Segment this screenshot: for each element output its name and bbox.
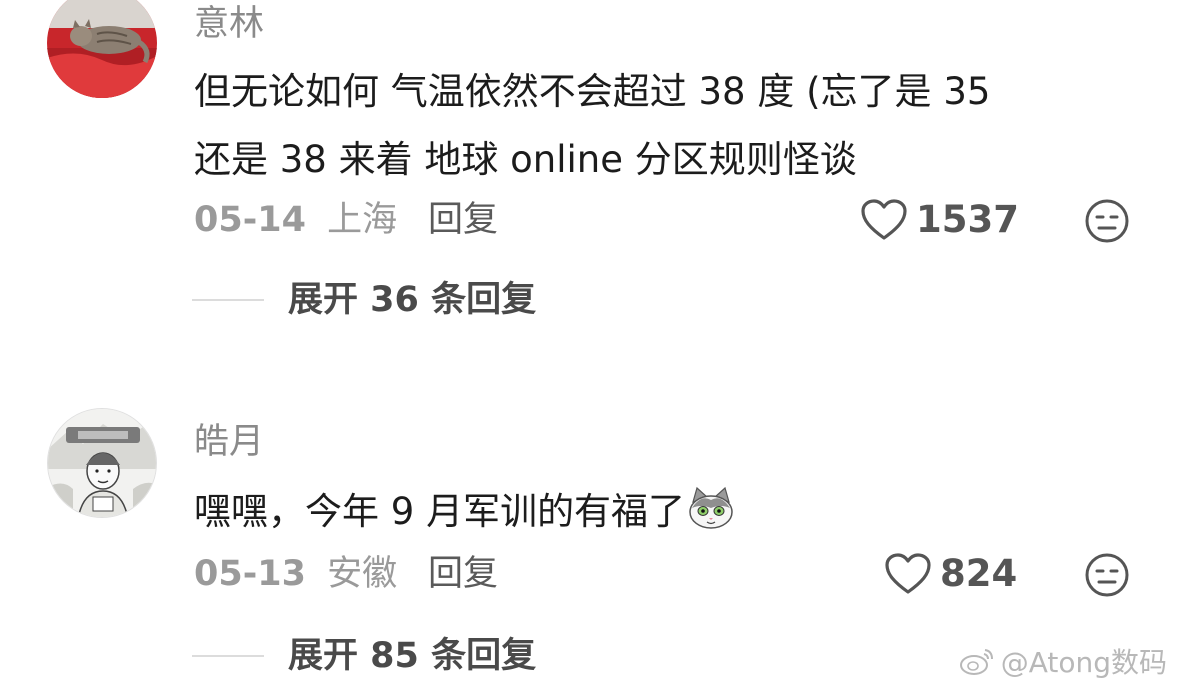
reply-button[interactable]: 回复 [428,198,498,242]
comment-text: 但无论如何 气温依然不会超过 38 度 (忘了是 35 还是 38 来着 地球 … [194,58,1134,194]
expressionless-face-icon [1085,553,1129,597]
comment-date: 05-13 [194,554,306,594]
avatar[interactable] [47,408,157,518]
comment-text-content: 嘿嘿，今年 9 月军训的有福了 [194,490,686,533]
comment-text-line: 嘿嘿，今年 9 月军训的有福了 [194,478,1134,546]
comment-username[interactable]: 意林 [194,2,264,46]
cat-face-emoji-icon [687,484,735,529]
comment-text: 嘿嘿，今年 9 月军训的有福了 [194,478,1134,546]
watermark-text: @Atong数码 [1000,646,1167,679]
expand-replies-button[interactable]: 展开 85 条回复 [192,634,536,678]
heart-icon [861,199,907,240]
comment-location: 上海 [327,200,398,240]
dislike-button[interactable] [1084,552,1130,598]
expand-replies-label: 展开 36 条回复 [288,280,537,320]
weibo-logo-icon [959,649,993,675]
comment-item: 意林 但无论如何 气温依然不会超过 38 度 (忘了是 35 还是 38 来着 … [0,0,1179,340]
comment-meta: 05-14 上海 [194,198,397,242]
comment-text-line: 还是 38 来着 地球 online 分区规则怪谈 [194,138,857,181]
avatar[interactable] [47,0,157,98]
like-count: 824 [940,552,1018,595]
like-button[interactable]: 824 [884,552,1017,596]
comment-text-line: 但无论如何 气温依然不会超过 38 度 (忘了是 35 [194,70,991,113]
cat-avatar-icon [47,0,157,98]
comment-date: 05-14 [194,200,306,240]
watermark: @Atong数码 [959,641,1167,681]
dislike-button[interactable] [1084,198,1130,244]
comment-username[interactable]: 皓月 [194,420,264,464]
like-button[interactable]: 1537 [860,198,1019,242]
divider-line [192,655,264,657]
expand-replies-button[interactable]: 展开 36 条回复 [192,278,536,322]
comment-meta: 05-13 安徽 [194,552,397,596]
divider-line [192,299,264,301]
like-count: 1537 [916,198,1019,241]
reply-button[interactable]: 回复 [428,552,498,596]
sketch-person-avatar-icon [48,409,156,517]
expressionless-face-icon [1085,199,1129,243]
heart-icon [885,553,931,594]
comment-location: 安徽 [327,554,398,594]
expand-replies-label: 展开 85 条回复 [288,636,537,676]
